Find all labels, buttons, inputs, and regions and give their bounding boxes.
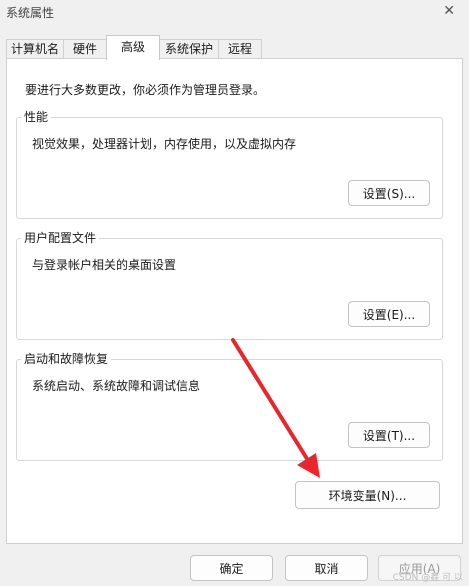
startup-recovery-settings-button[interactable]: 设置(T)... [348, 422, 430, 448]
admin-notice: 要进行大多数更改，你必须作为管理员登录。 [25, 83, 266, 97]
startup-recovery-group: 启动和故障恢复 系统启动、系统故障和调试信息 设置(T)... [16, 350, 443, 461]
tab-computer-name[interactable]: 计算机名 [6, 39, 64, 59]
performance-settings-button[interactable]: 设置(S)... [348, 180, 430, 206]
watermark: CSDN @鑫 可 以 [392, 573, 463, 583]
tab-advanced[interactable]: 高级 [106, 35, 160, 60]
performance-desc: 视觉效果，处理器计划，内存使用，以及虚拟内存 [32, 137, 297, 151]
performance-group: 性能 视觉效果，处理器计划，内存使用，以及虚拟内存 设置(S)... [16, 108, 443, 219]
tab-hardware[interactable]: 硬件 [63, 39, 107, 59]
user-profile-desc: 与登录帐户相关的桌面设置 [32, 258, 177, 272]
user-profile-group: 用户配置文件 与登录帐户相关的桌面设置 设置(E)... [16, 229, 443, 340]
title-bar: 系统属性 ✕ [0, 0, 469, 26]
performance-legend: 性能 [21, 108, 52, 125]
ok-button[interactable]: 确定 [190, 555, 273, 581]
user-profile-legend: 用户配置文件 [21, 229, 100, 246]
tab-system-protection[interactable]: 系统保护 [159, 39, 219, 59]
window-title: 系统属性 [6, 6, 55, 20]
user-profile-settings-button[interactable]: 设置(E)... [348, 301, 430, 327]
startup-recovery-legend: 启动和故障恢复 [21, 350, 112, 367]
environment-variables-button[interactable]: 环境变量(N)... [295, 481, 440, 509]
startup-recovery-desc: 系统启动、系统故障和调试信息 [32, 379, 201, 393]
close-icon[interactable]: ✕ [443, 3, 455, 19]
tab-remote[interactable]: 远程 [218, 39, 262, 59]
cancel-button[interactable]: 取消 [285, 555, 368, 581]
advanced-panel: 要进行大多数更改，你必须作为管理员登录。 性能 视觉效果，处理器计划，内存使用，… [6, 58, 463, 544]
